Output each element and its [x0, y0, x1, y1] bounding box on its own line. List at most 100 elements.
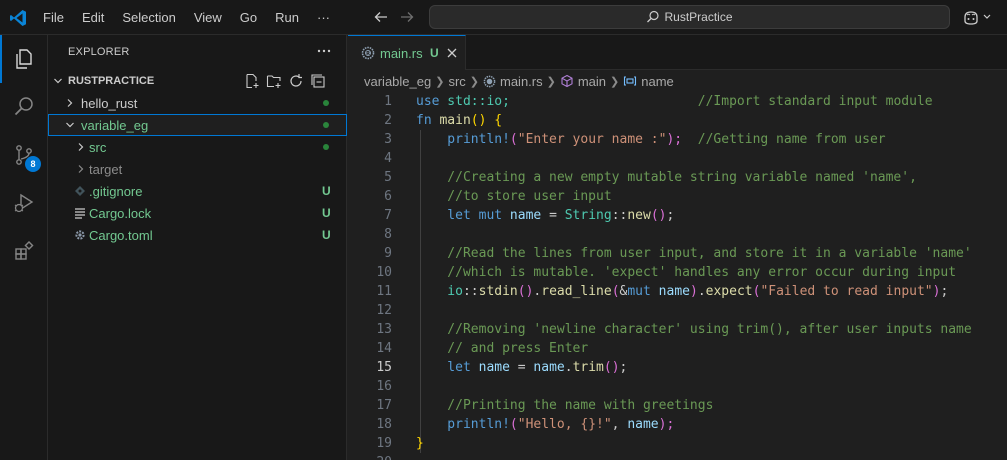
line-number: 20 — [348, 453, 392, 460]
untracked-status: U — [322, 206, 331, 220]
tab-untracked-status: U — [430, 46, 439, 60]
tree-item-src[interactable]: src — [48, 136, 347, 158]
line-number: 12 — [376, 303, 392, 318]
tree-item-cargo-lock[interactable]: Cargo.lock U — [48, 202, 347, 224]
copilot-icon[interactable] — [962, 9, 980, 27]
tree-item-label: .gitignore — [89, 183, 143, 199]
explorer-activity[interactable] — [0, 35, 48, 83]
extensions-icon — [15, 240, 34, 260]
refresh-icon[interactable] — [288, 73, 304, 89]
line-number: 8 — [384, 227, 392, 242]
line-number: 1 — [384, 94, 392, 109]
line-number: 14 — [376, 341, 392, 356]
menu-more[interactable]: ··· — [308, 0, 339, 35]
code-line: let mut name = String::new(); — [416, 208, 675, 223]
code-line-active: let name = name.trim(); — [416, 360, 628, 375]
run-debug-activity[interactable] — [0, 179, 48, 227]
new-file-icon[interactable] — [244, 73, 260, 89]
forward-arrow-icon[interactable] — [399, 9, 415, 25]
menu-edit[interactable]: Edit — [73, 0, 113, 35]
breadcrumb-item-folder[interactable]: variable_eg — [364, 74, 431, 89]
menu-run[interactable]: Run — [266, 0, 308, 35]
code-line: //Creating a new empty mutable string va… — [416, 170, 917, 185]
tab-label: main.rs — [380, 46, 423, 61]
breadcrumb-label: main.rs — [500, 73, 543, 89]
search-icon — [14, 97, 33, 116]
breadcrumb-item-variable[interactable]: name — [623, 74, 674, 89]
tree-item-hello-rust[interactable]: hello_rust — [48, 92, 347, 114]
files-icon — [16, 49, 32, 69]
tree-item-target[interactable]: target — [48, 158, 347, 180]
workspace-root-label: RUSTPRACTICE — [68, 75, 155, 87]
code-line: // and press Enter — [416, 341, 589, 356]
line-number: 6 — [384, 189, 392, 204]
tree-item-label: variable_eg — [81, 117, 149, 133]
line-number-active: 15 — [376, 360, 392, 375]
more-actions-icon[interactable] — [316, 43, 332, 59]
line-number: 5 — [384, 170, 392, 185]
search-activity[interactable] — [0, 83, 48, 131]
code-line: println!("Hello, {}!", name); — [416, 417, 675, 432]
line-number: 10 — [376, 265, 392, 280]
chevron-right-icon — [62, 95, 78, 111]
variable-icon — [624, 76, 637, 86]
breadcrumb-item-file[interactable]: main.rs — [483, 74, 543, 89]
search-icon — [647, 10, 660, 23]
menu-selection[interactable]: Selection — [113, 0, 184, 35]
chevron-down-icon[interactable] — [983, 14, 991, 20]
code-line: io::stdin().read_line(&mut name).expect(… — [416, 284, 949, 299]
menu-go[interactable]: Go — [231, 0, 266, 35]
code-editor[interactable]: 1 2 3 4 5 6 7 8 9 10 11 12 13 14 15 16 1… — [348, 92, 1007, 460]
rust-file-icon: R — [361, 46, 375, 60]
breadcrumb-item-src[interactable]: src — [448, 74, 465, 89]
tree-item-variable-eg[interactable]: variable_eg — [48, 114, 347, 136]
line-number: 13 — [376, 322, 392, 337]
code-line: println!("Enter your name :"); //Getting… — [416, 132, 886, 147]
workspace-root[interactable]: RUSTPRACTICE — [48, 70, 347, 92]
gear-icon — [72, 227, 88, 243]
source-control-activity[interactable]: 8 — [0, 131, 48, 179]
extensions-activity[interactable] — [0, 227, 48, 275]
line-number: 4 — [384, 151, 392, 166]
command-center-search[interactable]: RustPractice — [429, 5, 950, 29]
line-number: 19 — [376, 436, 392, 451]
code-line: //which is mutable. 'expect' handles any… — [416, 265, 957, 280]
chevron-right-icon: ❯ — [435, 75, 445, 88]
git-modified-dot — [323, 122, 329, 128]
tree-item-gitignore[interactable]: .gitignore U — [48, 180, 347, 202]
code-line: //Printing the name with greetings — [416, 398, 714, 413]
explorer-root-actions — [244, 73, 326, 89]
code-line: //Removing 'newline character' using tri… — [416, 322, 972, 337]
code-line: fn main() { — [416, 113, 503, 128]
editor-tabs: R main.rs U — [348, 35, 1007, 70]
tab-main-rs[interactable]: R main.rs U — [348, 35, 466, 70]
explorer-title: EXPLORER — [68, 46, 130, 58]
menu-file[interactable]: File — [34, 0, 73, 35]
code-line: //Read the lines from user input, and st… — [416, 246, 972, 261]
code-line: use std::io; //Import standard input mod… — [416, 94, 933, 109]
line-number: 9 — [384, 246, 392, 261]
breadcrumb-label: variable_eg — [364, 73, 432, 89]
explorer-sidebar: EXPLORER RUSTPRACTICE hello_rust variabl… — [48, 35, 347, 460]
line-number: 7 — [384, 208, 392, 223]
chevron-down-icon — [62, 117, 78, 133]
tree-item-label: hello_rust — [81, 95, 138, 111]
menu-view[interactable]: View — [185, 0, 231, 35]
chevron-right-icon: ❯ — [469, 75, 479, 88]
rust-file-icon — [483, 75, 496, 87]
collapse-all-icon[interactable] — [310, 73, 326, 89]
tree-item-cargo-toml[interactable]: Cargo.toml U — [48, 224, 347, 246]
tree-item-label: Cargo.lock — [89, 205, 152, 221]
breadcrumb-item-function[interactable]: main — [560, 74, 606, 89]
back-arrow-icon[interactable] — [373, 9, 389, 25]
new-folder-icon[interactable] — [266, 73, 282, 89]
breadcrumb: variable_eg ❯ src ❯ main.rs ❯ main ❯ nam… — [348, 70, 1007, 92]
menu-bar: File Edit Selection View Go Run ··· — [34, 0, 339, 35]
chevron-right-icon: ❯ — [610, 75, 620, 88]
title-bar: File Edit Selection View Go Run ··· Rust… — [0, 0, 1007, 35]
close-icon[interactable] — [446, 47, 458, 59]
line-number: 2 — [384, 113, 392, 128]
code-line: //to store user input — [416, 189, 612, 204]
search-text: RustPractice — [664, 10, 733, 24]
tree-item-label: target — [89, 161, 123, 177]
